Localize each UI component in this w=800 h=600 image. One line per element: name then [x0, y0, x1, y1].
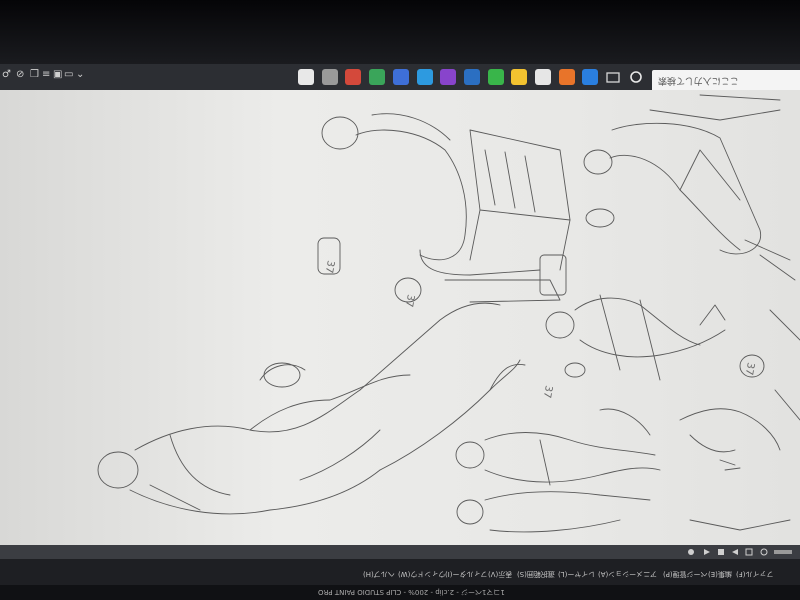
app-icon-1[interactable] [298, 69, 314, 85]
search-placeholder: ここに入力して検索 [658, 75, 739, 85]
app-icon-5[interactable] [393, 69, 409, 85]
app-icon-4[interactable] [369, 69, 385, 85]
drawing-canvas[interactable]: 37 37 37 37 [0, 90, 800, 545]
sketch-drawing: 37 37 37 37 [97, 94, 800, 533]
menu-item-selection[interactable]: 選択範囲(S) [517, 569, 555, 579]
page-number-label: 37 [403, 293, 416, 307]
app-icon-11[interactable] [535, 69, 551, 85]
quick-access-icon[interactable]: ▣ [53, 69, 62, 80]
app-icon-6[interactable] [417, 69, 433, 85]
app-title: 1コマ1ページ - 2.clip - 200% - CLIP STUDIO PA… [318, 588, 505, 596]
menu-bar: ファイル(F) 編集(E) ページ管理(P) アニメーション(A) レイヤー(L… [0, 559, 800, 585]
menu-item-window[interactable]: ウィンドウ(W) [398, 569, 445, 579]
menu-item-edit[interactable]: 編集(E) [708, 569, 732, 579]
search-box[interactable]: ここに入力して検索 [652, 70, 800, 92]
monitor-bezel [0, 0, 800, 64]
quick-access-icon[interactable]: ⌄ [76, 69, 84, 80]
app-icon-2[interactable] [322, 69, 338, 85]
menu-item-help[interactable]: ヘルプ(H) [363, 569, 395, 579]
canvas-control-icons[interactable] [686, 547, 796, 557]
app-icon-3[interactable] [345, 69, 361, 85]
quick-access-icon[interactable]: ▭ [64, 69, 73, 80]
quick-access-icon[interactable]: ≡ [42, 69, 50, 80]
app-icon-9[interactable] [488, 69, 504, 85]
quick-access-icon[interactable]: ⊘ [16, 69, 24, 80]
quick-access-icon[interactable]: ❒ [30, 69, 39, 80]
app-icon-13[interactable] [582, 69, 598, 85]
page-number-label: 37 [541, 384, 554, 398]
task-view-icon[interactable] [605, 69, 621, 85]
menu-item-view[interactable]: 表示(V) [488, 569, 512, 579]
cortana-circle-icon[interactable] [628, 69, 644, 85]
quick-access-icon[interactable]: ♂ [2, 69, 11, 80]
menu-item-layer[interactable]: レイヤー(L) [558, 569, 595, 579]
page-number-label: 37 [323, 259, 336, 273]
page-number-label: 37 [743, 361, 756, 375]
app-icon-8[interactable] [464, 69, 480, 85]
app-title-bar: 1コマ1ページ - 2.clip - 200% - CLIP STUDIO PA… [0, 585, 800, 600]
menu-item-filter[interactable]: フィルター(I) [445, 569, 487, 579]
menu-item-animation[interactable]: アニメーション(A) [598, 569, 657, 579]
app-icon-7[interactable] [440, 69, 456, 85]
app-icon-12[interactable] [559, 69, 575, 85]
menu-item-page[interactable]: ページ管理(P) [663, 569, 708, 579]
menu-item-file[interactable]: ファイル(F) [736, 569, 774, 579]
app-icon-10[interactable] [511, 69, 527, 85]
canvas-status-bar [0, 545, 800, 559]
